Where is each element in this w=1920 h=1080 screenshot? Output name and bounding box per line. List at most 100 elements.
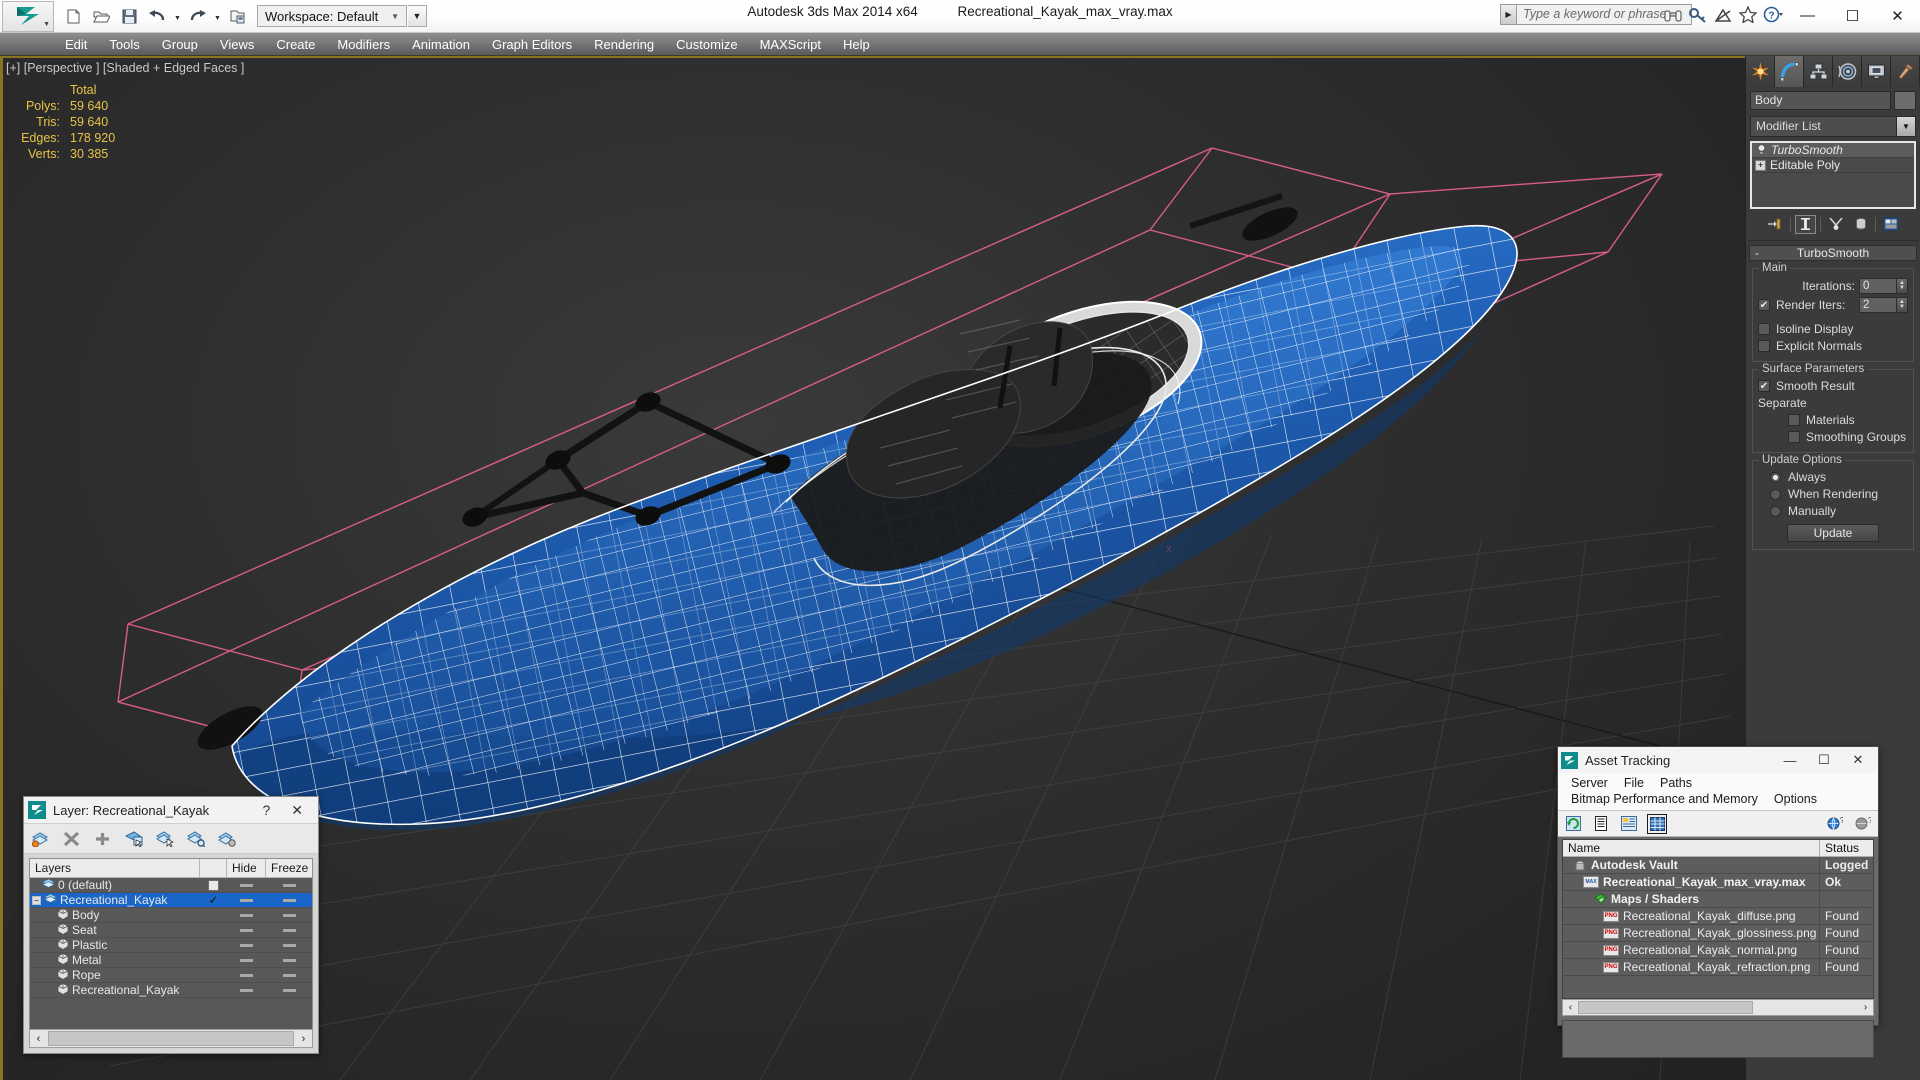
asset-menu-server[interactable]: Server bbox=[1563, 775, 1616, 791]
freeze-toggle[interactable] bbox=[266, 883, 312, 887]
detail-view-icon[interactable] bbox=[1619, 814, 1639, 834]
show-end-result-icon[interactable] bbox=[1795, 214, 1816, 234]
column-name[interactable]: Name bbox=[1563, 840, 1820, 856]
render-iters-spinner[interactable]: ▲▼ bbox=[1859, 297, 1908, 313]
pin-stack-icon[interactable] bbox=[1765, 215, 1786, 234]
isoline-display-checkbox[interactable] bbox=[1758, 323, 1770, 335]
hide-toggle[interactable] bbox=[227, 943, 266, 947]
save-file-button[interactable] bbox=[116, 4, 143, 29]
scroll-left-button[interactable]: ‹ bbox=[30, 1033, 47, 1045]
minimize-button[interactable]: — bbox=[1773, 748, 1807, 772]
freeze-toggle[interactable] bbox=[266, 988, 312, 992]
menu-customize[interactable]: Customize bbox=[665, 33, 748, 56]
materials-checkbox[interactable] bbox=[1788, 414, 1800, 426]
menu-tools[interactable]: Tools bbox=[98, 33, 150, 56]
layer-row-plastic[interactable]: Plastic bbox=[30, 937, 312, 953]
scroll-right-button[interactable]: › bbox=[1858, 1002, 1873, 1013]
spinner-arrows-icon[interactable]: ▲ ▼ bbox=[1897, 278, 1908, 294]
current-layer-check[interactable]: ✓ bbox=[200, 893, 227, 907]
redo-dropdown[interactable]: ▼ bbox=[212, 4, 223, 29]
close-button[interactable]: ✕ bbox=[1875, 0, 1920, 31]
update-option-always[interactable]: Always bbox=[1758, 470, 1908, 484]
layer-properties-icon[interactable] bbox=[217, 829, 236, 848]
layer-horizontal-scrollbar[interactable]: ‹ › bbox=[29, 1029, 313, 1048]
freeze-toggle[interactable] bbox=[266, 958, 312, 962]
asset-menu-options[interactable]: Options bbox=[1766, 791, 1825, 807]
object-name-field[interactable]: Body bbox=[1750, 91, 1891, 110]
layer-row-0-default[interactable]: 0 (default) bbox=[30, 878, 312, 893]
layer-dialog-titlebar[interactable]: Layer: Recreational_Kayak ? ✕ bbox=[24, 797, 318, 824]
list-view-icon[interactable] bbox=[1591, 814, 1611, 834]
asset-row-autodesk-vault[interactable]: Autodesk Vault Logged bbox=[1563, 856, 1873, 874]
asset-tracking-dialog[interactable]: Asset Tracking — ☐ ✕ Server File Paths B… bbox=[1557, 746, 1879, 1058]
hide-toggle[interactable] bbox=[227, 973, 266, 977]
new-file-button[interactable] bbox=[60, 4, 87, 29]
explicit-normals-checkbox[interactable] bbox=[1758, 340, 1770, 352]
column-hide[interactable]: Hide bbox=[227, 859, 266, 877]
minimize-button[interactable]: — bbox=[1785, 0, 1830, 31]
undo-button[interactable] bbox=[144, 4, 171, 29]
asset-dialog-titlebar[interactable]: Asset Tracking — ☐ ✕ bbox=[1558, 747, 1878, 773]
layer-row-recreational-kayak-object[interactable]: Recreational_Kayak bbox=[30, 982, 312, 998]
binoculars-icon[interactable] bbox=[1661, 3, 1684, 26]
workspace-selector[interactable]: Workspace: Default ▼ bbox=[257, 5, 407, 27]
iterations-input[interactable] bbox=[1859, 278, 1897, 294]
modify-tab[interactable] bbox=[1775, 56, 1804, 87]
hide-toggle[interactable] bbox=[227, 958, 266, 962]
satellite-dish-icon[interactable] bbox=[1711, 3, 1734, 26]
spinner-arrows-icon[interactable]: ▲ ▼ bbox=[1897, 297, 1908, 313]
maximize-button[interactable]: ☐ bbox=[1807, 748, 1841, 772]
make-unique-icon[interactable] bbox=[1825, 215, 1846, 234]
highlight-selected-objects-icon[interactable] bbox=[186, 829, 205, 848]
star-favorites-icon[interactable] bbox=[1736, 3, 1759, 26]
render-iters-input[interactable] bbox=[1859, 297, 1897, 313]
column-layers[interactable]: Layers bbox=[30, 859, 200, 877]
layer-row-rope[interactable]: Rope bbox=[30, 967, 312, 983]
menu-modifiers[interactable]: Modifiers bbox=[326, 33, 401, 56]
when-rendering-radio[interactable] bbox=[1770, 488, 1781, 500]
scrollbar-thumb[interactable] bbox=[1578, 1001, 1753, 1014]
stack-item-editable-poly[interactable]: + Editable Poly bbox=[1752, 158, 1914, 173]
close-button[interactable]: ✕ bbox=[1841, 748, 1875, 772]
hide-toggle[interactable] bbox=[227, 913, 266, 917]
layer-dialog[interactable]: Layer: Recreational_Kayak ? ✕ Layers Hid… bbox=[23, 796, 319, 1054]
open-file-button[interactable] bbox=[88, 4, 115, 29]
redo-button[interactable] bbox=[184, 4, 211, 29]
menu-animation[interactable]: Animation bbox=[401, 33, 481, 56]
column-current[interactable] bbox=[200, 859, 227, 877]
freeze-toggle[interactable] bbox=[266, 973, 312, 977]
menu-views[interactable]: Views bbox=[209, 33, 265, 56]
asset-row-refraction-png[interactable]: PNG Recreational_Kayak_refraction.png Fo… bbox=[1563, 958, 1873, 976]
create-new-layer-icon[interactable] bbox=[31, 829, 50, 848]
select-highlighted-layer-icon[interactable] bbox=[155, 829, 174, 848]
freeze-toggle[interactable] bbox=[266, 913, 312, 917]
hierarchy-tab[interactable] bbox=[1804, 56, 1833, 87]
collapse-icon[interactable]: - bbox=[1755, 246, 1759, 260]
hide-toggle[interactable] bbox=[227, 883, 266, 887]
create-tab[interactable] bbox=[1746, 56, 1775, 87]
layer-row-metal[interactable]: Metal bbox=[30, 952, 312, 968]
display-tab[interactable] bbox=[1862, 56, 1891, 87]
application-menu-button[interactable]: ▼ bbox=[2, 0, 54, 32]
collapse-expander-icon[interactable]: − bbox=[32, 895, 41, 905]
grid-view-icon[interactable] bbox=[1647, 813, 1667, 834]
select-objects-in-layer-icon[interactable] bbox=[124, 829, 143, 848]
freeze-toggle[interactable] bbox=[266, 928, 312, 932]
motion-tab[interactable] bbox=[1833, 56, 1862, 87]
remove-modifier-icon[interactable] bbox=[1850, 215, 1871, 234]
freeze-toggle[interactable] bbox=[266, 943, 312, 947]
smooth-result-checkbox[interactable]: ✔ bbox=[1758, 380, 1770, 392]
stack-item-turbosmooth[interactable]: TurboSmooth bbox=[1752, 143, 1914, 158]
hide-toggle[interactable] bbox=[227, 988, 266, 992]
plus-box-icon[interactable]: + bbox=[1755, 159, 1766, 171]
viewport-label[interactable]: [+] [Perspective ] [Shaded + Edged Faces… bbox=[6, 61, 244, 75]
asset-menu-paths[interactable]: Paths bbox=[1652, 775, 1700, 791]
menu-maxscript[interactable]: MAXScript bbox=[749, 33, 832, 56]
menu-help[interactable]: Help bbox=[832, 33, 881, 56]
vault-logout-icon[interactable]: ? bbox=[1853, 814, 1873, 834]
asset-row-diffuse-png[interactable]: PNG Recreational_Kayak_diffuse.png Found bbox=[1563, 907, 1873, 925]
scrollbar-thumb[interactable] bbox=[48, 1031, 294, 1046]
set-project-folder-button[interactable] bbox=[224, 4, 251, 29]
menu-edit[interactable]: Edit bbox=[54, 33, 98, 56]
modifier-stack[interactable]: TurboSmooth + Editable Poly bbox=[1750, 141, 1916, 209]
